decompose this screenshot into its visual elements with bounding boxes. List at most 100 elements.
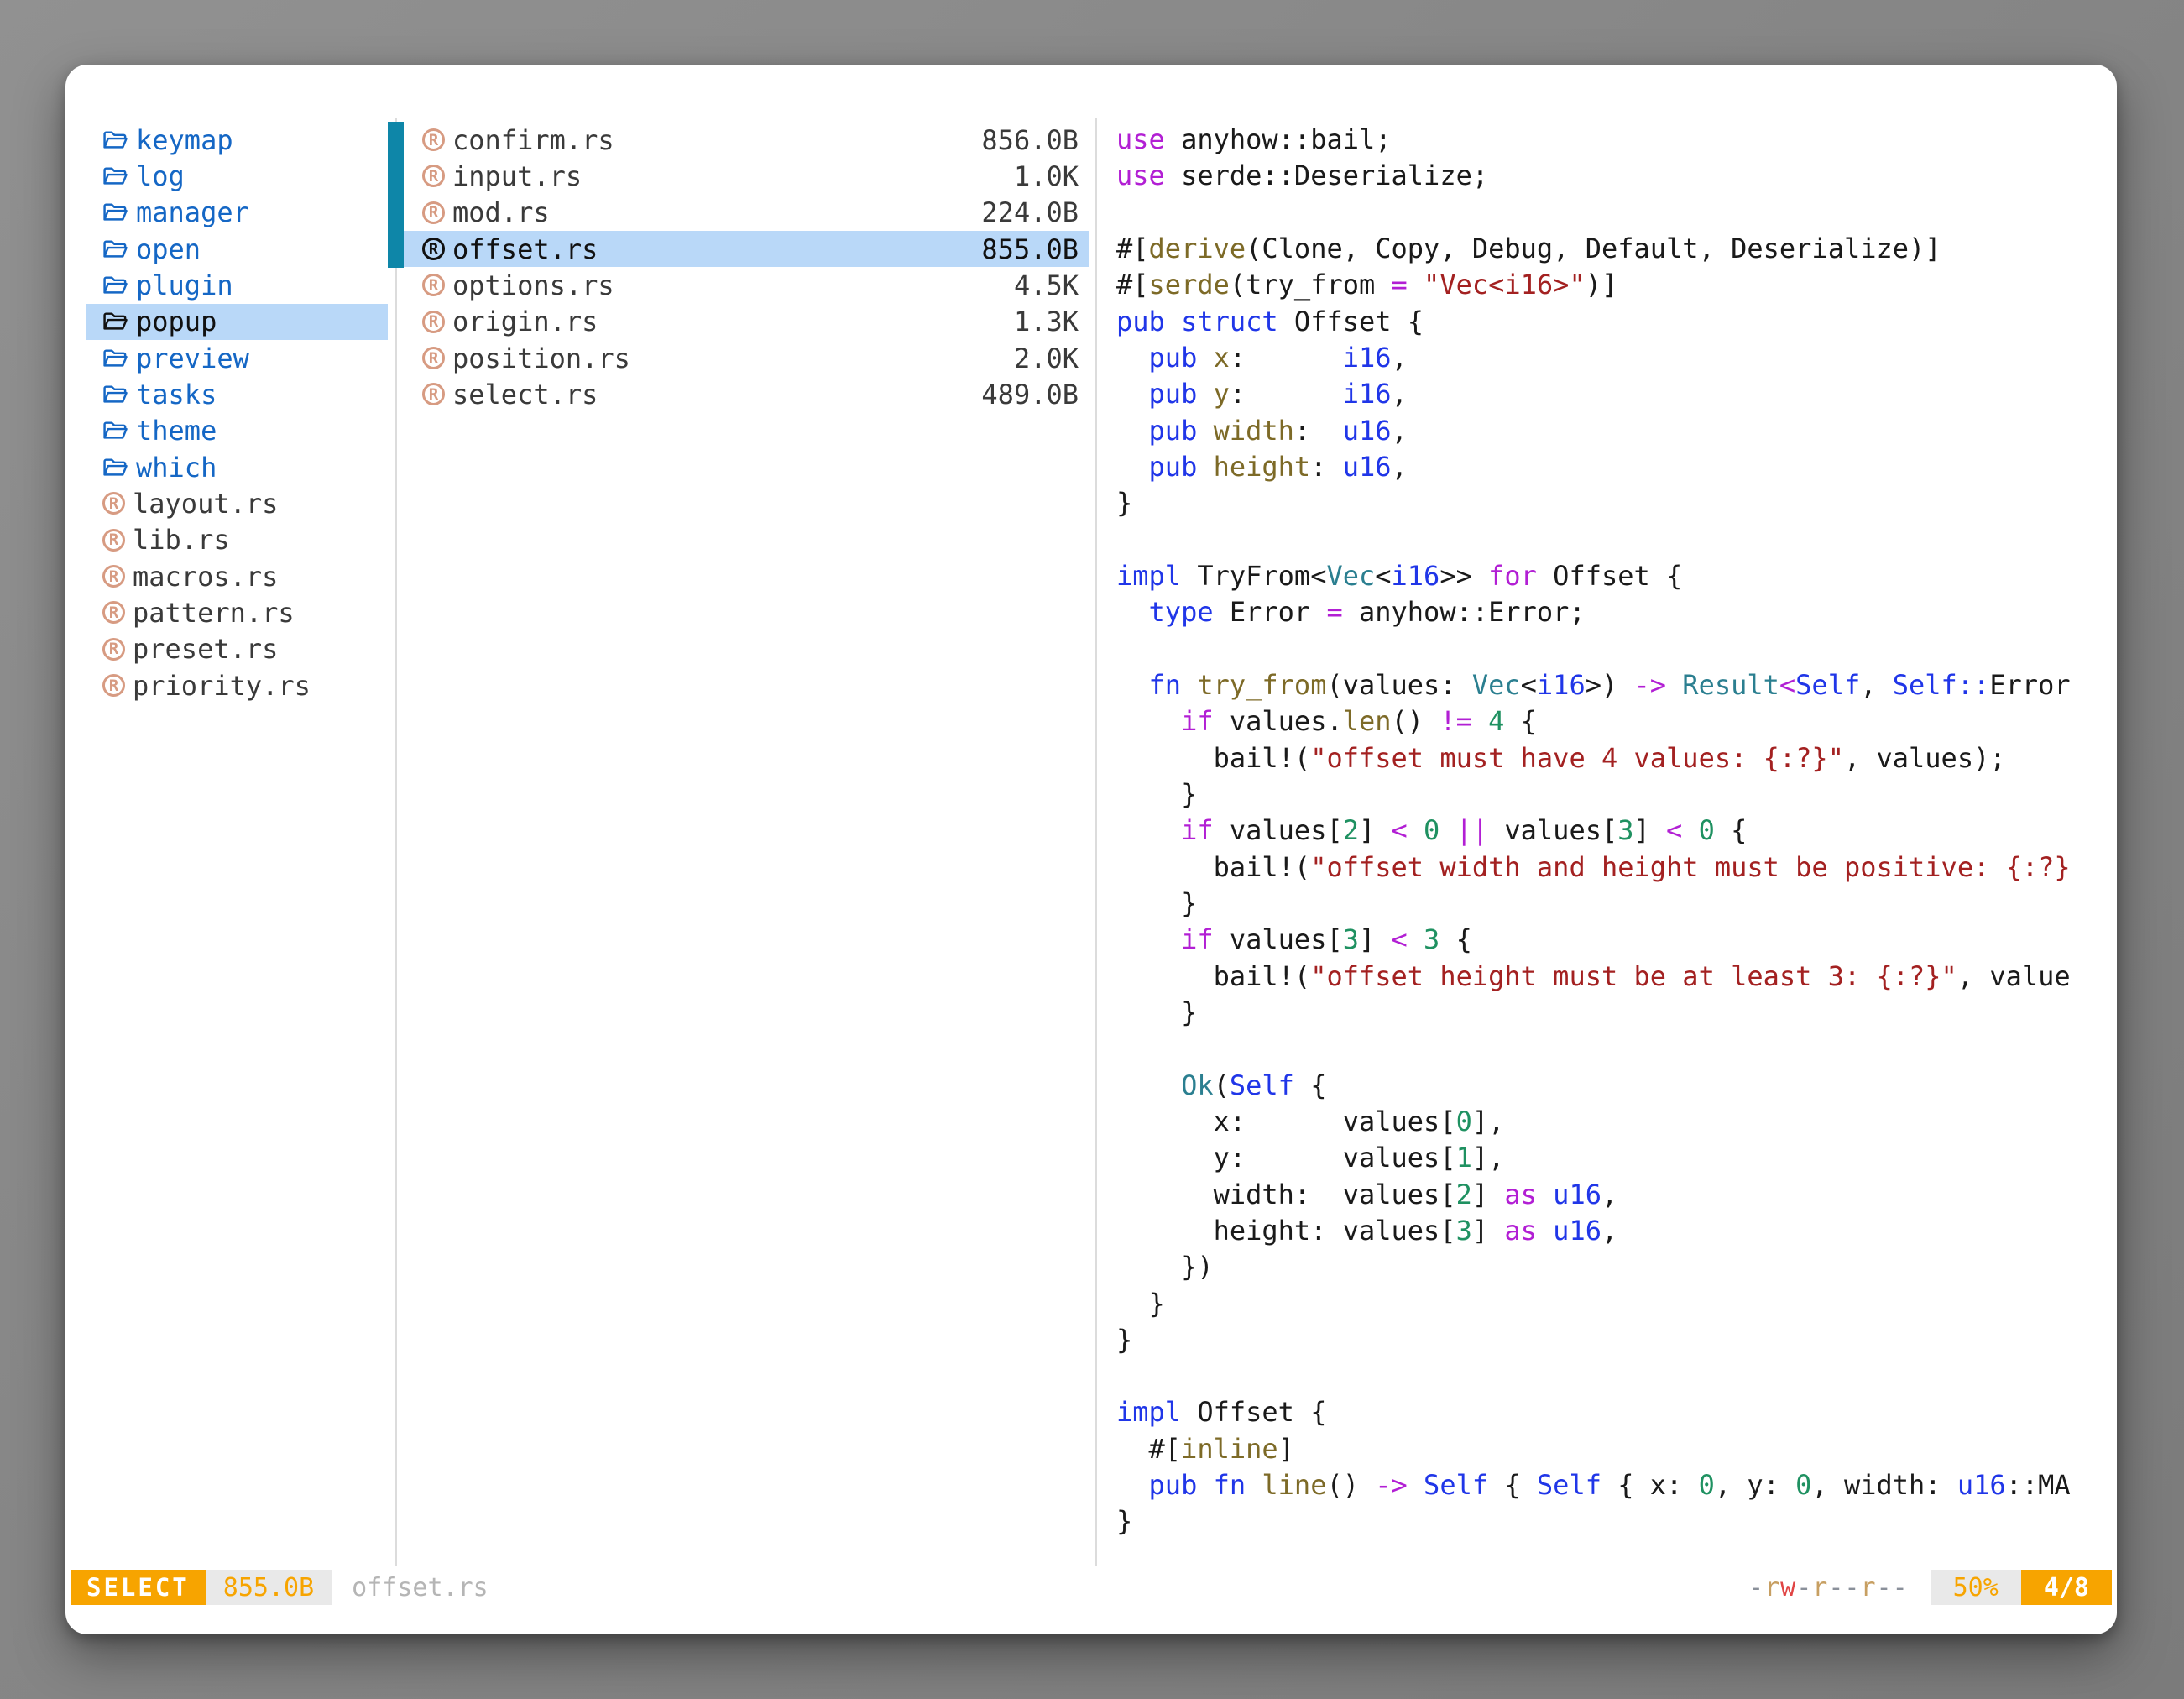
code-line: #[inline] [1116, 1431, 2117, 1467]
file-size: 855.0B [981, 233, 1079, 265]
sidebar-item-label: layout.rs [133, 488, 278, 520]
code-line: } [1116, 776, 2117, 813]
sidebar-item[interactable]: open [86, 231, 388, 267]
code-line: use anyhow::bail; [1116, 122, 2117, 158]
sidebar-item[interactable]: keymap [86, 122, 388, 158]
sidebar-item[interactable]: log [86, 158, 388, 194]
sidebar-item[interactable]: theme [86, 413, 388, 449]
file-size: 224.0B [981, 196, 1079, 228]
folder-icon [102, 129, 128, 151]
code-line: pub struct Offset { [1116, 304, 2117, 340]
file-manager-window: keymap log manager [65, 65, 2117, 1634]
file-name: origin.rs [452, 306, 598, 337]
sidebar-item[interactable]: tasks [86, 376, 388, 412]
rust-file-icon [422, 274, 445, 296]
sidebar-item-label: preview [136, 342, 249, 374]
file-row[interactable]: input.rs 1.0K [404, 158, 1089, 194]
sidebar-item[interactable]: manager [86, 195, 388, 231]
file-size: 489.0B [981, 379, 1079, 410]
code-line [1116, 1358, 2117, 1394]
file-row[interactable]: confirm.rs 856.0B [404, 122, 1089, 158]
file-row[interactable]: position.rs 2.0K [404, 340, 1089, 376]
rust-file-icon [422, 201, 445, 224]
code-line: }) [1116, 1249, 2117, 1285]
rust-file-icon [422, 347, 445, 369]
code-line: #[serde(try_from = "Vec<i16>")] [1116, 267, 2117, 303]
rust-file-icon [102, 565, 125, 588]
sidebar-item[interactable]: layout.rs [86, 485, 388, 521]
sidebar-item-label: lib.rs [133, 524, 230, 556]
pane-divider-left [395, 118, 397, 1566]
sidebar-item[interactable]: popup [86, 304, 388, 340]
sidebar-item[interactable]: macros.rs [86, 558, 388, 594]
code-line: impl TryFrom<Vec<i16>> for Offset { [1116, 558, 2117, 594]
file-row[interactable]: offset.rs 855.0B [404, 231, 1089, 267]
file-row[interactable]: options.rs 4.5K [404, 267, 1089, 303]
file-row[interactable]: origin.rs 1.3K [404, 304, 1089, 340]
file-name: offset.rs [452, 233, 598, 265]
code-line: pub height: u16, [1116, 449, 2117, 485]
parent-pane: keymap log manager [86, 122, 388, 703]
rust-file-icon [422, 238, 445, 260]
mode-badge: SELECT [71, 1570, 206, 1605]
sidebar-item-label: pattern.rs [133, 597, 295, 629]
preview-pane[interactable]: use anyhow::bail;use serde::Deserialize;… [1116, 122, 2117, 1571]
code-line: y: values[1], [1116, 1140, 2117, 1176]
sidebar-item[interactable]: pattern.rs [86, 594, 388, 630]
code-line: Ok(Self { [1116, 1068, 2117, 1104]
sidebar-item[interactable]: which [86, 449, 388, 485]
sidebar-item[interactable]: preview [86, 340, 388, 376]
scroll-percent-badge: 50% [1931, 1570, 2021, 1605]
sidebar-item[interactable]: preset.rs [86, 631, 388, 667]
file-size: 4.5K [1014, 269, 1079, 301]
code-line: use serde::Deserialize; [1116, 158, 2117, 194]
code-line: x: values[0], [1116, 1104, 2117, 1140]
file-size: 2.0K [1014, 342, 1079, 374]
code-line: } [1116, 1503, 2117, 1540]
sidebar-item-label: popup [136, 306, 217, 337]
cursor-position-badge: 4/8 [2021, 1570, 2112, 1605]
status-filename: offset.rs [352, 1570, 489, 1605]
folder-icon [102, 165, 128, 187]
sidebar-item-label: theme [136, 415, 217, 447]
code-line [1116, 522, 2117, 558]
code-line: pub y: i16, [1116, 376, 2117, 412]
folder-icon [102, 274, 128, 296]
file-name: input.rs [452, 160, 582, 192]
sidebar-item-label: plugin [136, 269, 233, 301]
folder-icon [102, 420, 128, 442]
code-line [1116, 631, 2117, 667]
code-line: if values[2] < 0 || values[3] < 0 { [1116, 813, 2117, 849]
rust-file-icon [102, 601, 125, 624]
code-line: } [1116, 1286, 2117, 1322]
sidebar-item-label: macros.rs [133, 561, 278, 593]
file-row[interactable]: mod.rs 224.0B [404, 195, 1089, 231]
code-line: impl Offset { [1116, 1394, 2117, 1430]
folder-icon [102, 238, 128, 260]
status-bar: SELECT 855.0B offset.rs -rw-r--r-- 50% 4… [71, 1570, 2112, 1605]
code-line: bail!("offset width and height must be p… [1116, 850, 2117, 886]
rust-file-icon [102, 529, 125, 552]
sidebar-item-label: priority.rs [133, 670, 311, 702]
file-size: 1.0K [1014, 160, 1079, 192]
sidebar-item-label: which [136, 452, 217, 484]
code-line: type Error = anyhow::Error; [1116, 594, 2117, 630]
file-name: confirm.rs [452, 124, 614, 156]
code-line: bail!("offset height must be at least 3:… [1116, 959, 2117, 995]
folder-icon [102, 201, 128, 223]
code-line: height: values[3] as u16, [1116, 1213, 2117, 1249]
current-pane: confirm.rs 856.0B input.rs 1.0K mod.rs 2… [404, 122, 1089, 413]
sidebar-item[interactable]: lib.rs [86, 522, 388, 558]
code-line: width: values[2] as u16, [1116, 1177, 2117, 1213]
sidebar-item[interactable]: plugin [86, 267, 388, 303]
permissions-label: -rw-r--r-- [1748, 1570, 1909, 1605]
code-line: fn try_from(values: Vec<i16>) -> Result<… [1116, 667, 2117, 703]
sidebar-item[interactable]: priority.rs [86, 667, 388, 703]
file-row[interactable]: select.rs 489.0B [404, 376, 1089, 412]
file-name: select.rs [452, 379, 598, 410]
rust-file-icon [102, 492, 125, 515]
code-line: #[derive(Clone, Copy, Debug, Default, De… [1116, 231, 2117, 267]
code-line: bail!("offset must have 4 values: {:?}",… [1116, 740, 2117, 776]
folder-icon [102, 348, 128, 369]
rust-file-icon [102, 674, 125, 697]
